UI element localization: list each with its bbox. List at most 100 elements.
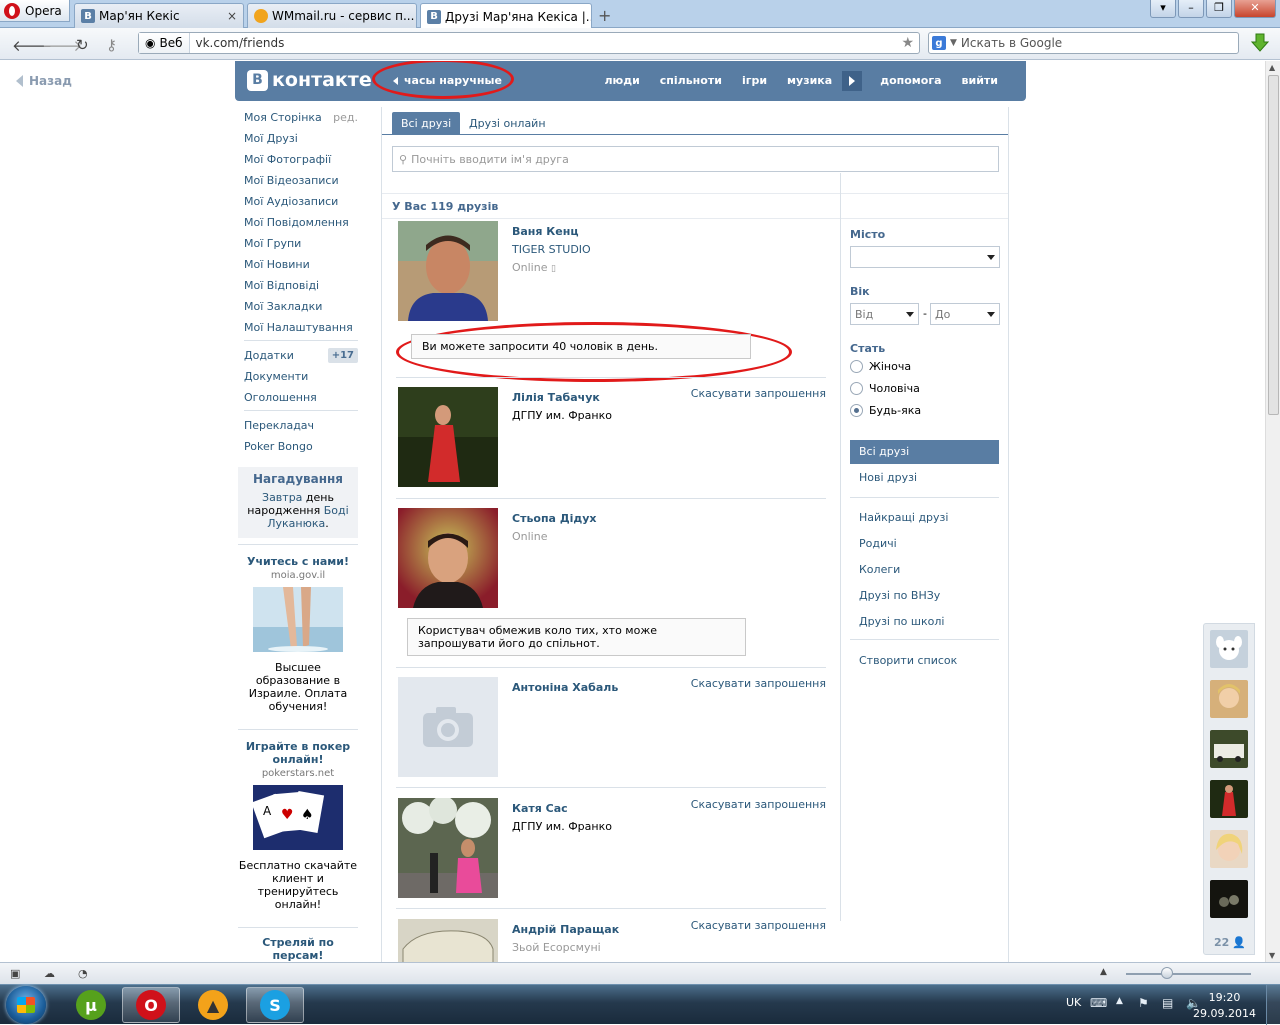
friend-name[interactable]: Антоніна Хабаль (512, 681, 618, 694)
panel-toggle-icon[interactable]: ▣ (10, 967, 24, 980)
vk-logo[interactable]: В контакте (247, 69, 372, 91)
sex-radio-male[interactable]: Чоловіча (850, 382, 920, 395)
online-count[interactable]: 22 👤 (1214, 936, 1246, 949)
left-menu-item[interactable]: Мої Закладки (238, 296, 358, 317)
chat-friend-avatar[interactable] (1210, 680, 1248, 718)
address-url[interactable]: vk.com/friends (190, 36, 285, 50)
ad-block[interactable]: Играйте в покер онлайн! pokerstars.net ♥… (238, 729, 358, 921)
dropdown-arrow-icon[interactable]: ▼ (950, 38, 957, 48)
ad-block[interactable]: Учитесь с нами! moia.gov.il Высшее образ… (238, 544, 358, 723)
tab-all-friends[interactable]: Всі друзі (392, 112, 461, 135)
taskbar-aimp[interactable]: ▲ (184, 987, 242, 1023)
reminder-date-link[interactable]: Завтра (262, 491, 302, 504)
sex-radio-female[interactable]: Жіноча (850, 360, 911, 373)
restore-icon[interactable]: ❐ (1206, 0, 1232, 18)
taskbar-opera[interactable]: O (122, 987, 180, 1023)
reload-icon[interactable]: ↻ (76, 36, 89, 54)
scroll-down-icon[interactable]: ▼ (1269, 951, 1275, 960)
ad-title[interactable]: Учитесь с нами! (238, 555, 358, 568)
list-best-friends[interactable]: Найкращі друзі (859, 511, 948, 524)
left-menu-item[interactable]: Poker Bongo (238, 436, 358, 457)
chat-friend-avatar[interactable] (1210, 780, 1248, 818)
chat-friend-avatar[interactable] (1210, 830, 1248, 868)
zoom-slider-track[interactable] (1126, 973, 1251, 975)
show-desktop-button[interactable] (1266, 985, 1280, 1025)
cancel-invite-link[interactable]: Скасувати запрошення (691, 919, 826, 932)
tab-online-friends[interactable]: Друзі онлайн (460, 112, 555, 135)
download-icon[interactable] (1250, 33, 1270, 53)
left-menu-item[interactable]: Мої Налаштування (238, 317, 358, 338)
start-button[interactable] (6, 986, 46, 1024)
key-icon[interactable]: ⚷ (106, 36, 117, 54)
list-colleagues[interactable]: Колеги (859, 563, 900, 576)
address-mode[interactable]: ◉ Веб (139, 33, 190, 53)
city-select[interactable] (850, 246, 1000, 268)
friend-avatar[interactable] (398, 221, 498, 321)
left-menu-item[interactable]: Мої Групи (238, 233, 358, 254)
turbo-icon[interactable]: ◔ (78, 967, 92, 980)
friend-info[interactable]: TIGER STUDIO (512, 243, 591, 256)
ad-block[interactable]: Стреляй по персам! (238, 927, 358, 962)
opera-menu-button[interactable]: Opera (0, 0, 70, 22)
friend-avatar[interactable] (398, 508, 498, 608)
left-menu-item-apps[interactable]: Додатки +17 (238, 345, 358, 366)
left-menu-item[interactable]: Документи (238, 366, 358, 387)
list-university-friends[interactable]: Друзі по ВНЗу (859, 589, 940, 602)
friend-name[interactable]: Стьопа Дідух (512, 512, 597, 525)
language-indicator[interactable]: UK (1066, 996, 1081, 1009)
playing-cards-image[interactable]: ♥ ♠ A (251, 785, 343, 850)
bookmark-star-icon[interactable]: ★ (901, 35, 914, 51)
back-link[interactable]: Назад (16, 74, 72, 88)
menu-music[interactable]: музика (777, 74, 842, 91)
ad-title[interactable]: Играйте в покер онлайн! (238, 740, 358, 766)
menu-help[interactable]: допомога (862, 74, 951, 91)
view-toggle-icon[interactable]: ▲ (1100, 967, 1114, 979)
list-relatives[interactable]: Родичі (859, 537, 897, 550)
google-search-field[interactable]: g ▼ Искать в Google (928, 32, 1239, 54)
friend-name[interactable]: Лілія Табачук (512, 391, 600, 404)
beach-photo-image[interactable] (253, 587, 343, 652)
left-menu-item[interactable]: Мої Відеозаписи (238, 170, 358, 191)
minimize-icon[interactable]: – (1178, 0, 1204, 18)
tray-expand-icon[interactable]: ▲ (1116, 996, 1123, 1006)
close-window-icon[interactable]: ✕ (1234, 0, 1276, 18)
chat-friend-avatar[interactable] (1210, 730, 1248, 768)
browser-tab[interactable]: B Мар'ян Кекіс × (74, 3, 244, 28)
new-tab-icon[interactable]: + (598, 6, 611, 25)
vk-dog-icon[interactable] (1210, 630, 1248, 668)
friend-name[interactable]: Андрій Паращак (512, 923, 619, 936)
left-menu-item[interactable]: Мої Відповіді (238, 275, 358, 296)
friend-avatar[interactable] (398, 387, 498, 487)
close-tab-icon[interactable]: × (227, 9, 237, 23)
cloud-icon[interactable]: ☁ (44, 967, 58, 980)
cancel-invite-link[interactable]: Скасувати запрошення (691, 387, 826, 400)
list-school-friends[interactable]: Друзі по школі (859, 615, 944, 628)
left-menu-item[interactable]: Мої Новини (238, 254, 358, 275)
left-menu-item[interactable]: Перекладач (238, 415, 358, 436)
zoom-slider-handle[interactable] (1161, 967, 1173, 979)
chat-friend-avatar[interactable] (1210, 880, 1248, 918)
left-menu-item[interactable]: Мої Повідомлення (238, 212, 358, 233)
edit-link[interactable]: ред. (333, 107, 358, 128)
cancel-invite-link[interactable]: Скасувати запрошення (691, 798, 826, 811)
left-menu-item[interactable]: Мої Фотографії (238, 149, 358, 170)
ad-title[interactable]: Стреляй по персам! (238, 936, 358, 962)
friend-avatar[interactable] (398, 919, 498, 962)
keyboard-icon[interactable]: ⌨ (1090, 996, 1107, 1010)
section-all-friends[interactable]: Всі друзі (850, 440, 999, 464)
taskbar-utorrent[interactable]: µ (62, 987, 120, 1023)
clock[interactable]: 19:20 29.09.2014 (1193, 990, 1256, 1022)
scroll-up-icon[interactable]: ▲ (1269, 63, 1275, 72)
scrollbar-thumb[interactable] (1268, 75, 1279, 415)
age-from-select[interactable]: Від (850, 303, 919, 325)
sex-radio-any[interactable]: Будь-яка (850, 404, 921, 417)
browser-tab[interactable]: WMmail.ru - сервис п... × (247, 3, 417, 28)
section-new-friends[interactable]: Нові друзі (850, 466, 999, 490)
age-to-select[interactable]: До (930, 303, 1000, 325)
flag-icon[interactable]: ⚑ (1138, 996, 1149, 1010)
left-menu-item[interactable]: Оголошення (238, 387, 358, 408)
friend-name[interactable]: Ваня Кенц (512, 225, 579, 238)
tab-list-icon[interactable]: ▾ (1150, 0, 1176, 18)
friend-search-input[interactable]: ⚲ Почніть вводити ім'я друга (392, 146, 999, 172)
menu-people[interactable]: люди (594, 74, 649, 91)
